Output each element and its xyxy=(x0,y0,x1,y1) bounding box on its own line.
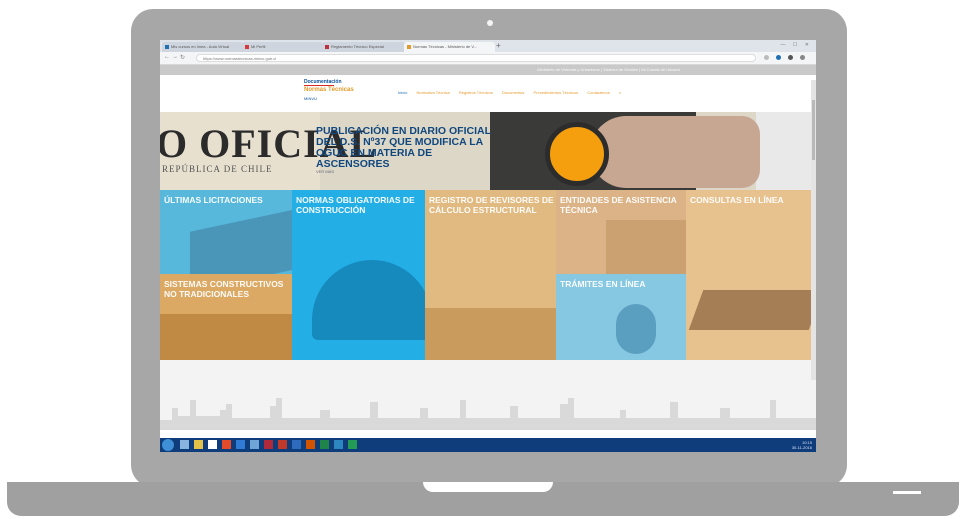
url-input[interactable]: https://www.normastecnicas.minvu.gob.cl xyxy=(196,54,756,62)
system-clock[interactable]: 10:15 30-11-2016 xyxy=(792,440,812,450)
orange-button-image xyxy=(545,122,609,186)
laptop-indicator-light xyxy=(893,491,921,494)
favicon-icon xyxy=(407,44,411,49)
tile-tramites-en-linea[interactable]: TRÁMITES EN LÍNEA xyxy=(556,274,686,360)
favicon-icon xyxy=(165,44,169,49)
browser-tab-title: Reglamento Técnico Especial xyxy=(331,44,384,49)
powerpoint-icon[interactable] xyxy=(306,440,315,449)
clock-date: 30-11-2016 xyxy=(791,445,812,450)
tile-label: ENTIDADES DE ASISTENCIA TÉCNICA xyxy=(560,195,677,215)
banner-more-link[interactable]: VER MÁS xyxy=(316,169,334,174)
nav-item-normativa[interactable]: Normativa Técnica xyxy=(416,90,449,95)
browser-tab[interactable]: Reglamento Técnico Especial xyxy=(322,42,405,52)
taskbar-app-icon[interactable] xyxy=(180,440,189,449)
logo-sub-text: MINVU xyxy=(304,96,317,101)
taskbar-app-icon[interactable] xyxy=(208,440,217,449)
extension-icon[interactable] xyxy=(776,55,781,60)
tile-label: REGISTRO DE REVISORES DE CÁLCULO ESTRUCT… xyxy=(429,195,554,215)
newspaper-subline: REPÚBLICA DE CHILE xyxy=(162,164,273,174)
back-arrow-icon[interactable]: ← xyxy=(164,54,170,60)
tile-label: ÚLTIMAS LICITACIONES xyxy=(164,195,263,205)
drawing-hand-image xyxy=(425,308,556,360)
hero-banner[interactable]: O OFICIAL REPÚBLICA DE CHILE PUBLICACIÓN… xyxy=(160,112,816,190)
os-taskbar: 10:15 30-11-2016 xyxy=(160,438,816,452)
nav-item-inicio[interactable]: Inicio xyxy=(398,90,407,95)
site-top-bar: Ministerio de Vivienda y Urbanismo | Sis… xyxy=(160,65,816,75)
nav-item-documentos[interactable]: Documentos xyxy=(502,90,524,95)
new-tab-button[interactable]: + xyxy=(496,41,501,50)
browser-tab-title: Mis cursos en línea - Aula Virtual xyxy=(171,44,230,49)
start-button-icon[interactable] xyxy=(162,439,174,451)
excel-icon[interactable] xyxy=(320,440,329,449)
folder-icon[interactable] xyxy=(194,440,203,449)
logo-divider xyxy=(304,85,334,86)
browser-tab-title: Normas Técnicas - Ministerio de V... xyxy=(413,44,478,49)
taskbar-app-icon[interactable] xyxy=(236,440,245,449)
star-icon[interactable] xyxy=(764,55,769,60)
taskbar-app-icon[interactable] xyxy=(348,440,357,449)
tile-registro-revisores[interactable]: REGISTRO DE REVISORES DE CÁLCULO ESTRUCT… xyxy=(425,190,556,360)
favicon-icon xyxy=(325,44,329,49)
tile-ultimas-licitaciones[interactable]: ÚLTIMAS LICITACIONES xyxy=(160,190,292,274)
tile-label: SISTEMAS CONSTRUCTIVOS NO TRADICIONALES xyxy=(164,279,284,299)
nav-item-procedimientos[interactable]: Procedimientos Técnicos xyxy=(534,90,579,95)
wood-planks-image xyxy=(160,314,292,360)
tile-normas-obligatorias[interactable]: NORMAS OBLIGATORIAS DE CONSTRUCCIÓN xyxy=(292,190,425,360)
profile-icon[interactable] xyxy=(788,55,793,60)
window-controls[interactable]: — ☐ ✕ xyxy=(781,42,812,48)
city-skyline-footer xyxy=(160,360,816,430)
forward-arrow-icon[interactable]: → xyxy=(172,54,178,60)
taskbar-app-icon[interactable] xyxy=(278,440,287,449)
browser-tab-title: Mi Perfil xyxy=(251,44,266,49)
banner-headline[interactable]: PUBLICACIÓN EN DIARIO OFICIAL DEL D.S. N… xyxy=(316,126,506,170)
chrome-icon[interactable] xyxy=(222,440,231,449)
browser-tab[interactable]: Mi Perfil xyxy=(242,42,323,52)
tile-entidades-asistencia[interactable]: ENTIDADES DE ASISTENCIA TÉCNICA xyxy=(556,190,686,274)
tile-label: TRÁMITES EN LÍNEA xyxy=(560,279,646,289)
scrollbar-thumb[interactable] xyxy=(812,100,815,160)
reload-icon[interactable]: ↻ xyxy=(180,54,185,61)
taskbar-app-icon[interactable] xyxy=(250,440,259,449)
main-navigation: Inicio Normativa Técnica Registros Técni… xyxy=(398,90,629,95)
helmet-image xyxy=(312,260,425,340)
top-bar-links[interactable]: Ministerio de Vivienda y Urbanismo | Sis… xyxy=(537,67,680,72)
mouse-image xyxy=(616,304,656,354)
site-header: Documentación Normas Técnicas MINVU Inic… xyxy=(160,75,816,111)
laptop-screen: Mis cursos en línea - Aula Virtual Mi Pe… xyxy=(160,40,816,452)
tile-sistemas-constructivos[interactable]: SISTEMAS CONSTRUCTIVOS NO TRADICIONALES xyxy=(160,274,292,360)
menu-icon[interactable] xyxy=(800,55,805,60)
browser-tab-active[interactable]: Normas Técnicas - Ministerio de V... xyxy=(404,42,495,52)
browser-tab-strip: Mis cursos en línea - Aula Virtual Mi Pe… xyxy=(160,40,816,52)
skyline-silhouette xyxy=(160,398,816,430)
laptop-base-notch xyxy=(423,482,553,492)
favicon-icon xyxy=(245,44,249,49)
browser-tab[interactable]: Mis cursos en línea - Aula Virtual xyxy=(162,42,243,52)
tile-label: NORMAS OBLIGATORIAS DE CONSTRUCCIÓN xyxy=(296,195,415,215)
keyboard-image xyxy=(688,290,811,330)
desk-tools-image xyxy=(606,220,686,274)
search-icon[interactable]: ⌕ xyxy=(619,90,621,95)
tile-label: CONSULTAS EN LÍNEA xyxy=(690,195,784,205)
nav-item-registros[interactable]: Registros Técnicos xyxy=(459,90,493,95)
nav-item-contactenos[interactable]: Contáctenos xyxy=(587,90,609,95)
binders-image xyxy=(190,208,292,274)
tile-consultas-en-linea[interactable]: CONSULTAS EN LÍNEA xyxy=(686,190,811,360)
webcam-icon xyxy=(487,20,493,26)
address-bar-row: ← → ↻ https://www.normastecnicas.minvu.g… xyxy=(160,52,816,65)
banner-right-panel xyxy=(756,112,816,190)
taskbar-app-icon[interactable] xyxy=(264,440,273,449)
word-icon[interactable] xyxy=(292,440,301,449)
site-logo[interactable]: Normas Técnicas xyxy=(304,87,354,93)
hand-image xyxy=(590,116,760,188)
taskbar-app-icon[interactable] xyxy=(334,440,343,449)
